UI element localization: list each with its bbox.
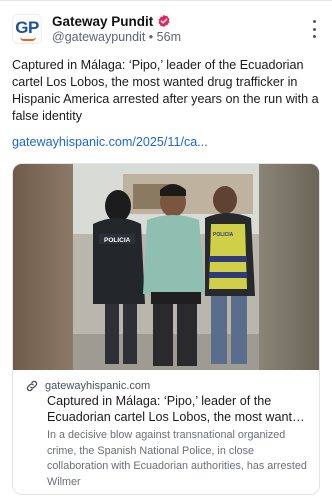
verified-badge-icon [158,14,170,28]
author-meta: @gatewaypundit • 56m [52,30,181,44]
post-body-text: Captured in Málaga: ‘Pipo,’ leader of th… [12,58,319,123]
image-vest-text: POLICIA [213,232,234,238]
author-display-name[interactable]: Gateway Pundit [52,14,153,29]
link-preview-card[interactable]: POLICIA POLICIA gatewayhispanic.com Capt… [12,163,320,495]
meta-separator: • [148,30,154,44]
author-handle[interactable]: @gatewaypundit [52,30,145,44]
more-vertical-icon-dot [312,35,316,38]
link-title[interactable]: Captured in Málaga: ‘Pipo,’ leader of th… [47,394,309,425]
post-link[interactable]: gatewayhispanic.com/2025/11/ca... [12,135,208,149]
link-icon [26,380,38,392]
link-domain: gatewayhispanic.com [45,380,151,392]
avatar[interactable]: GP [12,14,42,44]
more-vertical-icon-dot [312,27,316,31]
link-preview-image: POLICIA POLICIA [13,164,319,370]
top-divider [0,0,332,1]
author-name-row: Gateway Pundit [52,12,171,30]
avatar-swoosh [20,37,36,41]
link-domain-row: gatewayhispanic.com [25,378,150,394]
more-vertical-icon-dot [312,20,316,23]
post-time: 56m [156,30,181,44]
image-patch-text: POLICIA [104,237,131,244]
more-options-button[interactable] [308,20,320,38]
avatar-logo-text: GP [15,18,39,37]
link-description: In a decisive blow against transnational… [47,429,307,488]
post-header: GP Gateway Pundit @gatewaypundit • 56m [12,12,322,46]
